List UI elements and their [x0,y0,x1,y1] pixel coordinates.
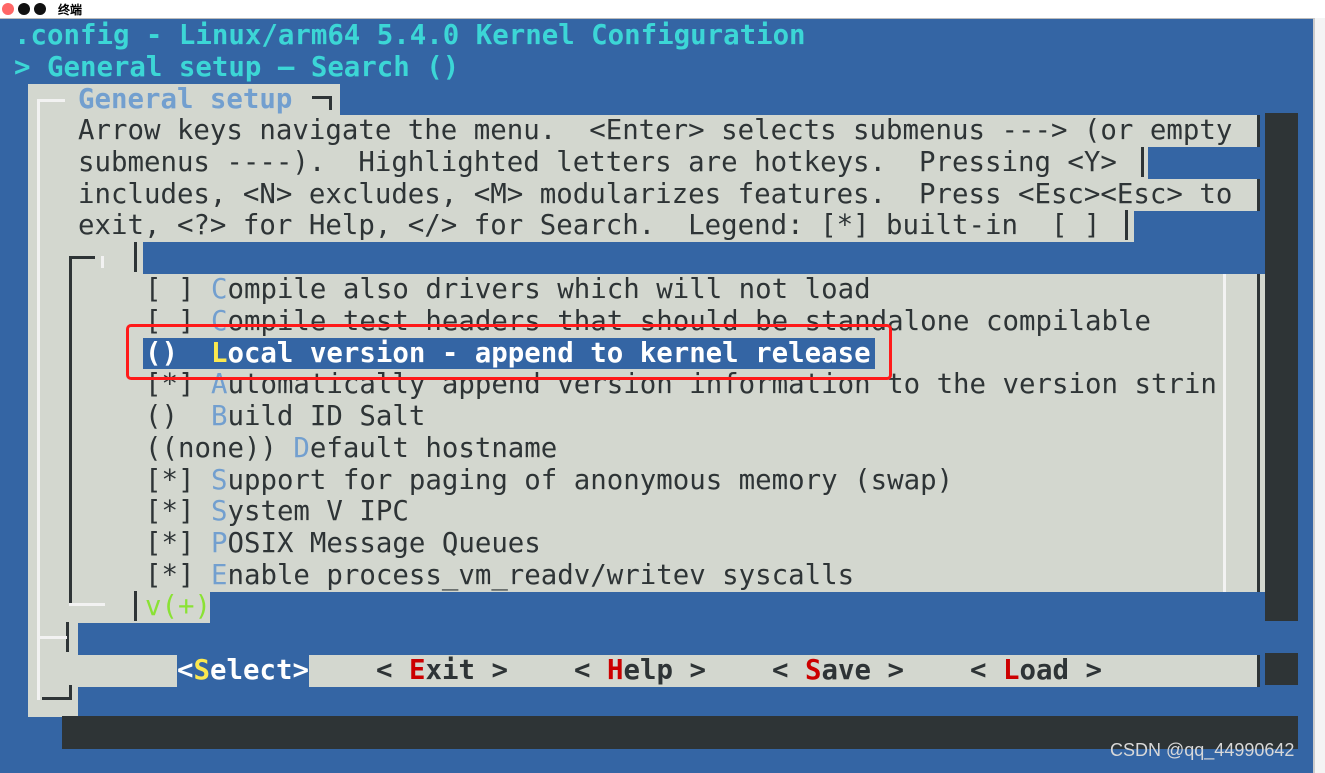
menu-item-label: upport for paging of anonymous memory (s… [227,464,954,496]
bracket: < [970,655,1003,686]
menu-item-hotkey: C [210,274,228,305]
button-hotkey: E [408,655,426,686]
menu-item[interactable]: [*] Enable process_vm_readv/writev syscal… [145,560,854,592]
menu-item[interactable]: ((none)) Default hostname [145,433,557,465]
help-text-line: exit, <?> for Help, </> for Search. Lege… [78,210,1101,241]
breadcrumb: > General setup — Search () [14,52,460,83]
window-right-edge [1313,18,1325,773]
dialog-border-bottom [69,685,72,699]
menu-item-label: nable process_vm_readv/writev syscalls [227,559,855,591]
dialog-bg [28,623,78,655]
menu-item-state[interactable]: ((none)) [145,433,277,465]
load-button[interactable]: < Load > [970,655,1102,687]
bracket: < [772,655,805,686]
menu-item-hotkey: E [210,559,228,591]
menu-item-state[interactable]: [*] [145,496,194,528]
menu-border-right [1223,274,1226,592]
dialog-border-right [1141,147,1144,177]
button-label: ave [821,655,871,686]
button-hotkey: S [193,655,211,686]
menu-item-state[interactable]: [*] [145,465,194,497]
dialog-border-right [1257,655,1260,687]
menu-item-state[interactable]: () [145,401,194,433]
button-hotkey: S [804,655,822,686]
help-text-line: Arrow keys navigate the menu. <Enter> se… [78,115,1233,146]
button-label: elect [210,655,293,686]
menu-item-label: efault hostname [309,432,558,464]
button-hotkey: L [1002,655,1020,686]
bracket: > [672,655,706,686]
bracket: < [376,655,409,686]
annotation-highlight-box [126,324,892,380]
exit-button[interactable]: < Exit > [376,655,508,687]
button-label: xit [425,655,475,686]
window-titlebar: 终端 [0,0,1325,19]
dialog-border-right [1257,179,1260,211]
dialog-border-top [37,99,65,102]
dialog-bg [28,655,177,687]
menu-border-top [69,256,95,259]
menu-item[interactable]: () Build ID Salt [145,401,425,433]
bracket: > [292,655,309,686]
help-text-line: includes, <N> excludes, <M> modularizes … [78,179,1233,210]
dialog-border-corner [329,96,332,110]
separator [37,636,67,639]
menu-item-label: ompile also drivers which will not load [227,274,871,305]
watermark: CSDN @qq_44990642 [1110,740,1295,760]
menu-item-hotkey: P [210,528,228,559]
dialog-border-bottom [42,697,72,700]
menu-item[interactable]: [ ] Compile also drivers which will not l… [145,274,871,306]
menu-item-hotkey: D [293,432,310,464]
dialog-border-left [37,100,40,700]
bracket: < [574,655,607,686]
window-title: 终端 [58,3,83,17]
bracket: > [1068,655,1102,686]
dialog-border-right [1125,210,1128,240]
menu-item-state[interactable]: [*] [145,528,194,560]
menu-item[interactable]: [*] Support for paging of anonymous memor… [145,465,953,497]
maximize-icon[interactable] [34,3,46,15]
menu-item-state[interactable]: [ ] [145,274,194,306]
config-title: .config - Linux/arm64 5.4.0 Kernel Confi… [14,20,806,51]
menu-item[interactable]: [*] POSIX Message Queues [145,528,541,560]
menu-border [134,591,137,621]
minimize-icon[interactable] [18,3,30,15]
menu-border-top-right [101,256,104,268]
help-button[interactable]: < Help > [574,655,706,687]
menu-item-label: ystem V IPC [227,496,409,528]
more-indicator: v(+) [145,591,211,622]
menu-item[interactable]: [*] System V IPC [145,496,409,528]
menu-item-label: uild ID Salt [227,401,426,432]
menu-item-hotkey: S [210,496,228,528]
menu-item-state[interactable]: [*] [145,560,194,592]
save-button[interactable]: < Save > [772,655,904,687]
bracket: > [870,655,904,686]
button-hotkey: H [606,655,624,686]
bracket: > [474,655,508,686]
button-label: elp [623,655,673,686]
menu-item-hotkey: S [210,464,228,496]
bracket: < [177,655,194,686]
dialog-border-right [1257,115,1260,147]
menu-item-hotkey: B [210,401,228,432]
dialog-shadow [1265,113,1298,621]
dialog-border-right [1257,274,1260,592]
menu-border-bottom [69,603,105,606]
dialog-shadow [1265,653,1298,685]
close-icon[interactable] [2,3,14,15]
button-label: oad [1019,655,1069,686]
menu-item-label: OSIX Message Queues [227,528,541,559]
help-text-line: submenus ----). Highlighted letters are … [78,147,1117,178]
menu-border [134,242,137,272]
dialog-title: General setup [78,84,293,115]
menu-border-left [69,256,72,606]
select-button[interactable]: <Select> [177,655,309,687]
